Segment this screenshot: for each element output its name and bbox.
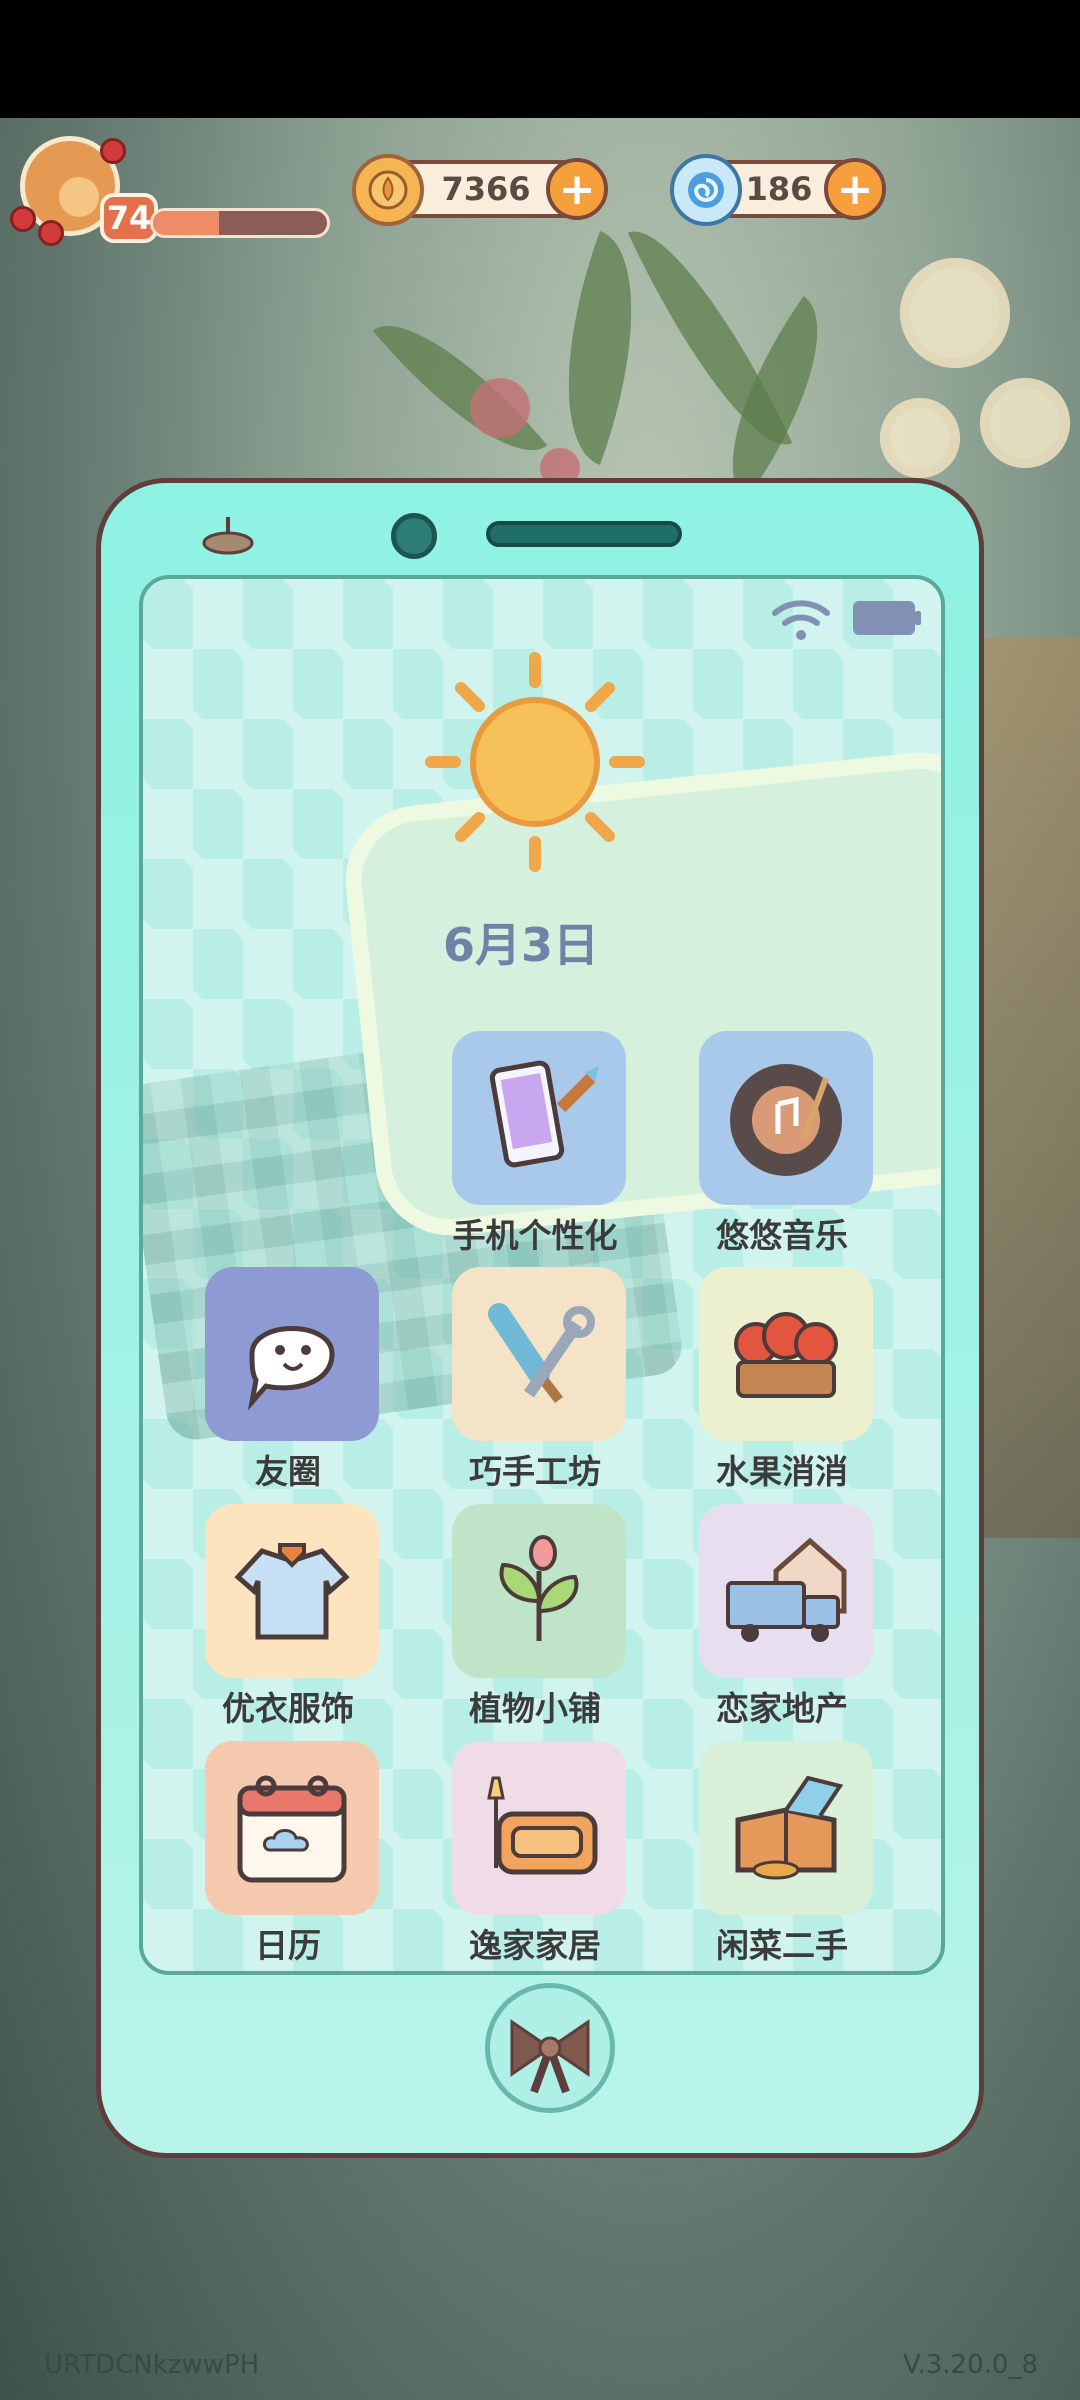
record-player-icon	[699, 1031, 873, 1205]
app-workshop[interactable]: 巧手工坊	[440, 1267, 630, 1499]
camera-dot	[391, 513, 437, 559]
app-label: 水果消消	[716, 1452, 848, 1491]
add-gems-button[interactable]: +	[824, 158, 886, 220]
home-button[interactable]	[485, 1983, 615, 2113]
app-phone-customize[interactable]: 手机个性化	[440, 1031, 630, 1263]
version-label: V.3.20.0_8	[903, 2350, 1038, 2380]
phone-screen: 6月3日 手机个性化 悠悠音乐友圈 巧手工坊 水果消消优衣服饰 植物小铺 恋家地产日历 逸家…	[139, 575, 945, 1975]
app-label: 巧手工坊	[469, 1452, 601, 1491]
xp-progress-fill	[153, 211, 220, 235]
status-bar	[0, 0, 1080, 118]
sprout-icon	[452, 1504, 626, 1678]
coin-counter: 7366 +	[352, 154, 608, 226]
app-label: 友圈	[255, 1452, 321, 1491]
player-id: URTDCNkzwwPH	[44, 2350, 260, 2380]
phone-paint-icon	[452, 1031, 626, 1205]
shirt-icon	[205, 1504, 379, 1678]
app-music[interactable]: 悠悠音乐	[687, 1031, 877, 1263]
app-plant-shop[interactable]: 植物小铺	[440, 1504, 630, 1736]
wifi-icon	[772, 600, 830, 640]
gem-counter: 186 +	[670, 154, 886, 226]
moving-truck-icon	[699, 1504, 873, 1678]
nest-icon	[202, 517, 254, 555]
app-real-estate[interactable]: 恋家地产	[687, 1504, 877, 1736]
phone-frame: 6月3日 手机个性化 悠悠音乐友圈 巧手工坊 水果消消优衣服饰 植物小铺 恋家地产日历 逸家…	[96, 478, 984, 2158]
tools-icon	[452, 1267, 626, 1441]
app-label: 逸家家居	[469, 1926, 601, 1965]
app-label: 日历	[255, 1926, 321, 1965]
app-label: 植物小铺	[469, 1689, 601, 1728]
sun-icon	[425, 652, 645, 872]
app-secondhand[interactable]: 闲菜二手	[687, 1741, 877, 1971]
app-clothing[interactable]: 优衣服饰	[193, 1504, 383, 1736]
sofa-icon	[452, 1741, 626, 1915]
app-friends[interactable]: 友圈	[193, 1267, 383, 1499]
app-label: 手机个性化	[452, 1216, 618, 1255]
app-label: 悠悠音乐	[716, 1216, 848, 1255]
battery-icon	[853, 601, 921, 635]
level-badge: 74	[100, 193, 158, 243]
date-label: 6月3日	[442, 918, 599, 972]
apple-basket-icon	[699, 1267, 873, 1441]
box-tag-icon	[699, 1741, 873, 1915]
phone-speaker	[486, 521, 682, 547]
flower-coin-icon	[352, 154, 424, 226]
app-label: 闲菜二手	[716, 1926, 848, 1965]
app-calendar[interactable]: 日历	[193, 1741, 383, 1971]
app-label: 优衣服饰	[222, 1689, 354, 1728]
app-fruit-match[interactable]: 水果消消	[687, 1267, 877, 1499]
app-label: 恋家地产	[716, 1689, 848, 1728]
bow-icon	[510, 2019, 590, 2094]
chat-bubble-icon	[205, 1267, 379, 1441]
add-coins-button[interactable]: +	[546, 158, 608, 220]
gem-amount: 186	[745, 170, 813, 208]
calendar-icon	[205, 1741, 379, 1915]
coin-amount: 7366	[441, 170, 531, 208]
xp-progress-bar	[150, 208, 330, 238]
spiral-gem-icon	[670, 154, 742, 226]
app-furniture[interactable]: 逸家家居	[440, 1741, 630, 1971]
